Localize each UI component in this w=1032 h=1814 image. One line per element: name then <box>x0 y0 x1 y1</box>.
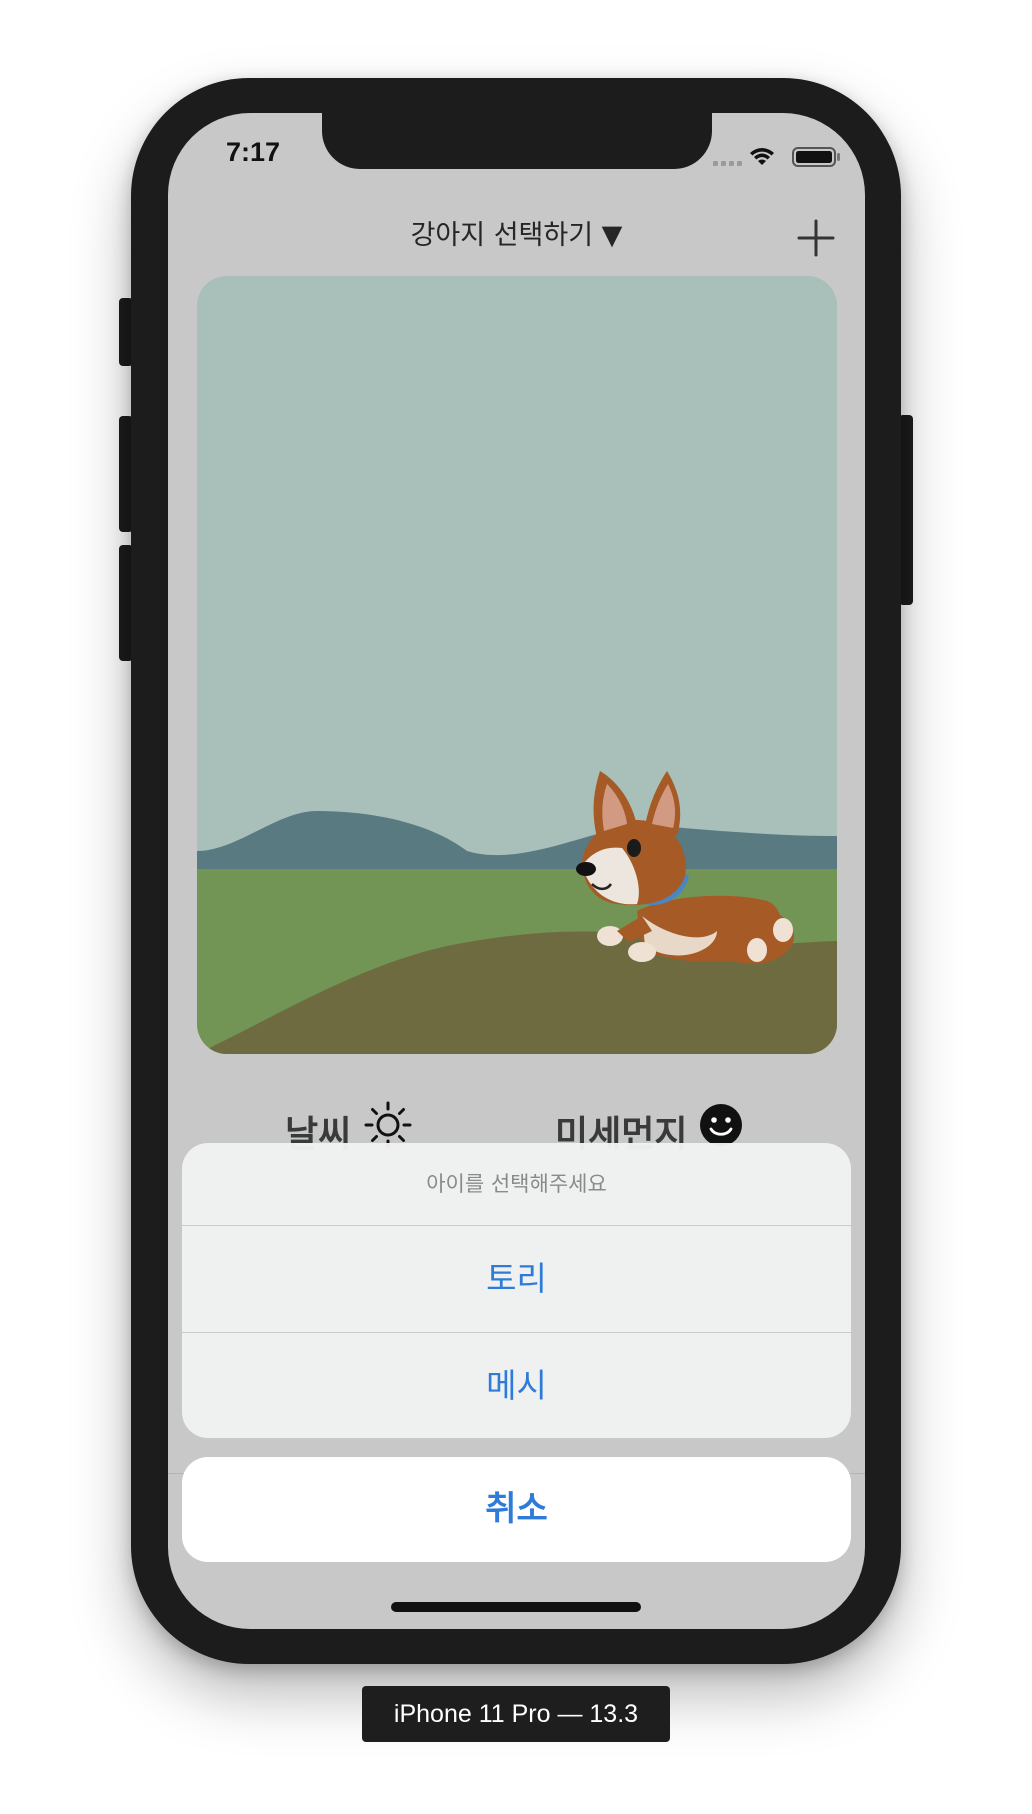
dog-scene-card <box>197 276 837 1054</box>
smile-icon <box>700 1104 742 1146</box>
wifi-icon <box>750 148 774 165</box>
option-messi-button[interactable]: 메시 <box>182 1333 851 1438</box>
action-sheet: 아이를 선택해주세요 토리 메시 <box>182 1143 851 1438</box>
dog-selector-title[interactable]: 강아지 선택하기 ▼ <box>168 213 865 252</box>
cancel-button[interactable]: 취소 <box>182 1457 851 1562</box>
simulator-device-label: iPhone 11 Pro — 13.3 <box>362 1686 670 1742</box>
corgi-running-illustration <box>197 276 837 1054</box>
status-icons <box>713 147 840 167</box>
sun-icon <box>364 1101 412 1149</box>
device-screen: 7:17 강아지 선택하기 ▼ 날씨 미세먼지 아이를 선택해주세요 토리 메시… <box>168 113 865 1629</box>
simulator-stage: 7:17 강아지 선택하기 ▼ 날씨 미세먼지 아이를 선택해주세요 토리 메시… <box>0 0 1032 1814</box>
battery-icon <box>792 147 840 167</box>
home-indicator <box>391 1602 641 1612</box>
plus-icon[interactable] <box>796 218 836 258</box>
power-button <box>899 415 913 605</box>
status-time: 7:17 <box>226 137 281 167</box>
notch <box>322 113 712 169</box>
action-sheet-title: 아이를 선택해주세요 <box>182 1143 851 1226</box>
option-tori-button[interactable]: 토리 <box>182 1226 851 1333</box>
cellular-signal-icon <box>713 161 742 166</box>
